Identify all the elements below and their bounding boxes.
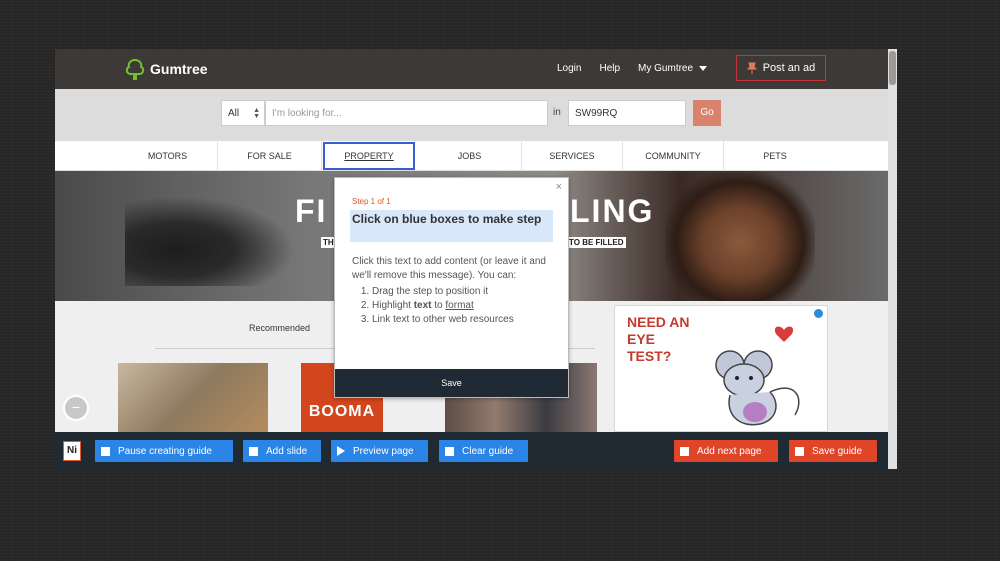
list-item: Link text to other web resources	[372, 313, 557, 327]
page-scrollbar[interactable]	[888, 49, 897, 469]
nav-item-services[interactable]: SERVICES	[522, 141, 623, 171]
step-counter: Step 1 of 1	[352, 197, 391, 206]
hero-headline-left: FI	[295, 193, 328, 229]
scroll-left-icon[interactable]: −	[63, 395, 89, 421]
login-link[interactable]: Login	[557, 63, 581, 74]
nav-label: SERVICES	[549, 151, 595, 161]
advert-banner[interactable]: NEED AN EYE TEST?	[614, 305, 828, 432]
play-icon	[337, 446, 345, 456]
plus-icon	[680, 446, 689, 456]
category-select-value: All	[228, 108, 240, 119]
location-input[interactable]: SW99RQ	[568, 100, 686, 126]
list-text: to	[431, 300, 446, 311]
search-bar: All ▲ ▼ I'm looking for... in SW99RQ Go	[55, 89, 888, 141]
ad-headline: NEED AN EYE TEST?	[627, 314, 690, 364]
clear-guide-button[interactable]: Clear guide	[439, 440, 528, 462]
nav-label: FOR SALE	[247, 151, 292, 161]
add-next-page-button[interactable]: Add next page	[674, 440, 778, 462]
recommended-tab[interactable]: Recommended	[249, 323, 310, 333]
nav-item-property[interactable]: PROPERTY	[323, 142, 415, 170]
hero-headline-right: LING	[570, 193, 655, 229]
add-slide-button[interactable]: Add slide	[243, 440, 321, 462]
pin-icon	[746, 62, 757, 74]
nav-label: COMMUNITY	[645, 151, 701, 161]
listing-image[interactable]	[118, 363, 268, 432]
nav-item-pets[interactable]: PETS	[724, 141, 826, 171]
scrollbar-thumb[interactable]	[889, 51, 896, 85]
list-item: Highlight text to format	[372, 299, 557, 313]
category-select[interactable]: All ▲ ▼	[221, 100, 265, 126]
check-icon	[795, 446, 804, 456]
step-title: Click on blue boxes to make step	[352, 212, 542, 226]
nav-item-jobs[interactable]: JOBS	[418, 141, 522, 171]
my-gumtree-menu[interactable]: My Gumtree	[638, 63, 708, 74]
header-links: Login Help My Gumtree	[557, 63, 708, 74]
chevron-down-icon	[699, 65, 708, 71]
my-gumtree-label: My Gumtree	[638, 63, 694, 74]
clear-label: Clear guide	[462, 445, 514, 457]
site-header: Gumtree Login Help My Gumtree Post an ad	[55, 49, 888, 89]
nav-label: MOTORS	[147, 151, 188, 161]
search-input[interactable]: I'm looking for...	[265, 100, 548, 126]
save-guide-label: Save guide	[812, 445, 863, 457]
step-list: Drag the step to position it Highlight t…	[372, 285, 557, 327]
step-title-field[interactable]: Click on blue boxes to make step	[350, 210, 553, 242]
browser-viewport: Gumtree Login Help My Gumtree Post an ad…	[55, 49, 897, 469]
nav-label: PROPERTY	[344, 151, 394, 161]
preview-page-button[interactable]: Preview page	[331, 440, 428, 462]
guide-toolbar: Ni Pause creating guide Add slide Previe…	[55, 432, 888, 469]
pause-creating-guide-button[interactable]: Pause creating guide	[95, 440, 233, 462]
nav-item-for-sale[interactable]: FOR SALE	[218, 141, 322, 171]
post-ad-label: Post an ad	[762, 62, 816, 74]
pause-label: Pause creating guide	[118, 445, 212, 457]
category-nav: MOTORS FOR SALE PROPERTY JOBS SERVICES C…	[55, 141, 888, 171]
post-ad-button[interactable]: Post an ad	[736, 55, 826, 81]
logo-text: Gumtree	[150, 61, 208, 77]
gumtree-logo[interactable]: Gumtree	[125, 58, 208, 80]
hero-woman-image	[665, 171, 815, 301]
popup-save-button[interactable]: Save	[335, 369, 568, 397]
guide-step-popup[interactable]: × Step 1 of 1 Click on blue boxes to mak…	[334, 177, 569, 398]
tree-icon	[125, 58, 145, 80]
pause-icon	[101, 446, 110, 456]
ni-logo: Ni	[63, 441, 81, 461]
nav-item-community[interactable]: COMMUNITY	[623, 141, 724, 171]
location-value: SW99RQ	[575, 108, 618, 119]
updown-arrow-icon: ▲ ▼	[253, 107, 260, 120]
in-label: in	[553, 107, 561, 118]
help-link[interactable]: Help	[599, 63, 620, 74]
go-button[interactable]: Go	[693, 100, 721, 126]
plus-icon	[249, 446, 258, 456]
hero-crowd-image	[125, 196, 295, 286]
mouse-illustration-icon	[715, 326, 800, 426]
preview-label: Preview page	[353, 445, 414, 457]
hero-sub-right: TO BE FILLED	[567, 237, 626, 248]
search-placeholder: I'm looking for...	[272, 108, 342, 119]
save-guide-button[interactable]: Save guide	[789, 440, 877, 462]
add-slide-label: Add slide	[266, 445, 308, 457]
nav-item-motors[interactable]: MOTORS	[118, 141, 218, 171]
nav-label: PETS	[763, 151, 787, 161]
step-intro: Click this text to add content (or leave…	[352, 256, 546, 281]
format-link[interactable]: format	[445, 300, 473, 311]
list-item: Drag the step to position it	[372, 285, 557, 299]
ad-info-icon[interactable]	[814, 309, 823, 318]
step-body[interactable]: Click this text to add content (or leave…	[352, 255, 557, 327]
add-next-label: Add next page	[697, 445, 762, 457]
close-icon[interactable]: ×	[556, 181, 562, 193]
list-text-bold: text	[413, 300, 432, 311]
x-icon	[445, 446, 454, 456]
nav-label: JOBS	[457, 151, 482, 161]
list-text: Highlight	[372, 300, 414, 311]
